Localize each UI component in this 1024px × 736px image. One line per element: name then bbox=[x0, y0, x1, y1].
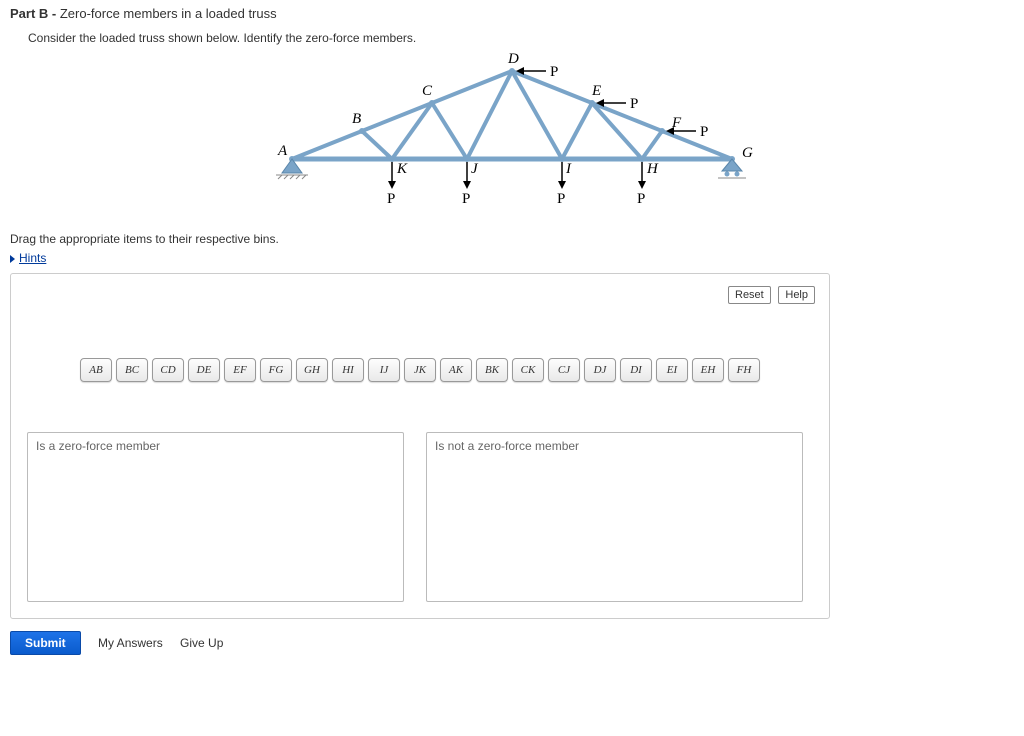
work-panel: Reset Help ABBCCDDEEFFGGHHIIJJKAKBKCKCJD… bbox=[10, 273, 830, 619]
chip-pool: ABBCCDDEEFFGGHHIIJJKAKBKCKCJDJDIEIEHFH bbox=[27, 358, 813, 382]
load-arrow-K: P bbox=[387, 162, 396, 207]
node-label-K: K bbox=[396, 161, 408, 177]
bin-zero-label: Is a zero-force member bbox=[36, 439, 160, 453]
load-arrow-J: P bbox=[462, 162, 471, 207]
chip-EF[interactable]: EF bbox=[224, 358, 256, 382]
part-header: Part B - Zero-force members in a loaded … bbox=[10, 6, 1014, 21]
chip-FG[interactable]: FG bbox=[260, 358, 292, 382]
node-label-I: I bbox=[565, 161, 572, 177]
svg-text:P: P bbox=[637, 191, 645, 207]
bin-zero-force[interactable]: Is a zero-force member bbox=[27, 432, 404, 602]
hints-label: Hints bbox=[19, 251, 46, 265]
chip-BK[interactable]: BK bbox=[476, 358, 508, 382]
node-label-D: D bbox=[507, 51, 519, 67]
reset-button[interactable]: Reset bbox=[728, 286, 771, 304]
chip-AK[interactable]: AK bbox=[440, 358, 472, 382]
node-label-J: J bbox=[471, 161, 479, 177]
node-label-G: G bbox=[742, 145, 753, 161]
help-button[interactable]: Help bbox=[778, 286, 815, 304]
chip-EI[interactable]: EI bbox=[656, 358, 688, 382]
load-arrow-D: P bbox=[516, 64, 558, 80]
chip-CD[interactable]: CD bbox=[152, 358, 184, 382]
chip-BC[interactable]: BC bbox=[116, 358, 148, 382]
chip-CJ[interactable]: CJ bbox=[548, 358, 580, 382]
chip-HI[interactable]: HI bbox=[332, 358, 364, 382]
load-arrow-E: P bbox=[596, 96, 638, 112]
chip-GH[interactable]: GH bbox=[296, 358, 328, 382]
chip-AB[interactable]: AB bbox=[80, 358, 112, 382]
chip-FH[interactable]: FH bbox=[728, 358, 760, 382]
chip-IJ[interactable]: IJ bbox=[368, 358, 400, 382]
chip-EH[interactable]: EH bbox=[692, 358, 724, 382]
node-label-H: H bbox=[646, 161, 659, 177]
drag-instruction: Drag the appropriate items to their resp… bbox=[10, 232, 1014, 246]
give-up-link[interactable]: Give Up bbox=[180, 636, 223, 650]
svg-text:P: P bbox=[700, 124, 708, 140]
chip-DI[interactable]: DI bbox=[620, 358, 652, 382]
svg-text:P: P bbox=[550, 64, 558, 80]
bin-notzero-label: Is not a zero-force member bbox=[435, 439, 579, 453]
submit-button[interactable]: Submit bbox=[10, 631, 81, 655]
svg-text:P: P bbox=[630, 96, 638, 112]
chip-DJ[interactable]: DJ bbox=[584, 358, 616, 382]
node-label-C: C bbox=[422, 83, 433, 99]
svg-text:P: P bbox=[462, 191, 470, 207]
part-label: Part B bbox=[10, 6, 48, 21]
chip-DE[interactable]: DE bbox=[188, 358, 220, 382]
expand-icon bbox=[10, 255, 15, 263]
chip-CK[interactable]: CK bbox=[512, 358, 544, 382]
part-title: Zero-force members in a loaded truss bbox=[60, 6, 277, 21]
chip-JK[interactable]: JK bbox=[404, 358, 436, 382]
truss-figure: A B C D E F G H I J K P P P P bbox=[10, 49, 1014, 222]
load-arrow-I: P bbox=[557, 162, 566, 207]
my-answers-link[interactable]: My Answers bbox=[98, 636, 163, 650]
svg-text:P: P bbox=[387, 191, 395, 207]
bin-not-zero-force[interactable]: Is not a zero-force member bbox=[426, 432, 803, 602]
svg-text:P: P bbox=[557, 191, 565, 207]
load-arrow-H: P bbox=[637, 162, 646, 207]
hints-toggle[interactable]: Hints bbox=[10, 251, 46, 265]
node-label-E: E bbox=[591, 83, 601, 99]
question-prompt: Consider the loaded truss shown below. I… bbox=[28, 31, 1014, 45]
node-label-B: B bbox=[352, 111, 361, 127]
node-label-A: A bbox=[277, 143, 288, 159]
